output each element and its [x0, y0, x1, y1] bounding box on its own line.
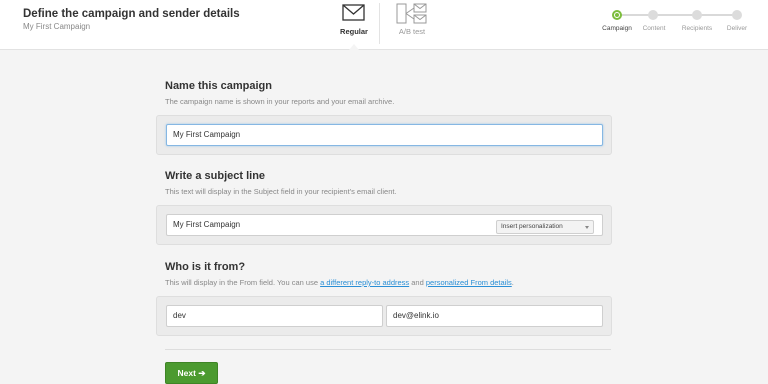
step-label-recipients: Recipients — [681, 25, 713, 32]
step-label-deliver: Deliver — [726, 25, 748, 32]
active-tab-pointer — [349, 44, 359, 50]
from-section-title: Who is it from? — [165, 261, 246, 273]
subject-section-title: Write a subject line — [165, 170, 266, 182]
from-desc-text-1: This will display in the From field. You… — [165, 278, 318, 287]
name-section-title: Name this campaign — [165, 80, 272, 92]
chevron-down-icon — [585, 226, 589, 229]
from-section-description: This will display in the From field. You… — [165, 278, 514, 287]
form-divider — [165, 349, 611, 350]
reply-to-address-link[interactable]: a different reply-to address — [320, 278, 409, 287]
step-dot-content — [648, 10, 658, 20]
top-header: Define the campaign and sender details M… — [0, 0, 768, 50]
subject-field-well: My First Campaign Insert personalization — [156, 205, 612, 245]
tab-ab-test-label: A/B test — [398, 27, 426, 36]
name-field-well: My First Campaign — [156, 115, 612, 155]
subject-section-description: This text will display in the Subject fi… — [165, 187, 397, 196]
tab-regular-label: Regular — [340, 27, 368, 36]
from-name-input[interactable]: dev — [166, 305, 383, 327]
envelope-icon — [342, 4, 365, 21]
step-label-campaign: Campaign — [602, 25, 632, 32]
step-dot-deliver — [732, 10, 742, 20]
from-field-well: dev dev@elink.io — [156, 296, 612, 336]
campaign-name-input[interactable]: My First Campaign — [166, 124, 603, 146]
campaign-subtitle: My First Campaign — [23, 22, 91, 31]
progress-track — [616, 14, 738, 16]
name-section-description: The campaign name is shown in your repor… — [165, 97, 395, 106]
subject-line-input[interactable]: My First Campaign Insert personalization — [166, 214, 603, 236]
from-desc-text-2: and — [411, 278, 424, 287]
step-dot-campaign — [612, 10, 622, 20]
from-email-input[interactable]: dev@elink.io — [386, 305, 603, 327]
page-title: Define the campaign and sender details — [23, 8, 240, 20]
personalized-from-details-link[interactable]: personalized From details — [426, 278, 512, 287]
progress-steps: Campaign Content Recipients Deliver — [598, 8, 748, 38]
subject-line-value: My First Campaign — [173, 220, 241, 229]
ab-split-icon — [396, 3, 427, 24]
tab-divider — [379, 3, 380, 44]
step-dot-recipients — [692, 10, 702, 20]
step-label-content: Content — [642, 25, 666, 32]
next-button[interactable]: Next ➔ — [165, 362, 218, 384]
from-desc-text-3: . — [511, 278, 514, 287]
insert-personalization-label: Insert personalization — [501, 223, 563, 230]
insert-personalization-dropdown[interactable]: Insert personalization — [496, 220, 594, 234]
